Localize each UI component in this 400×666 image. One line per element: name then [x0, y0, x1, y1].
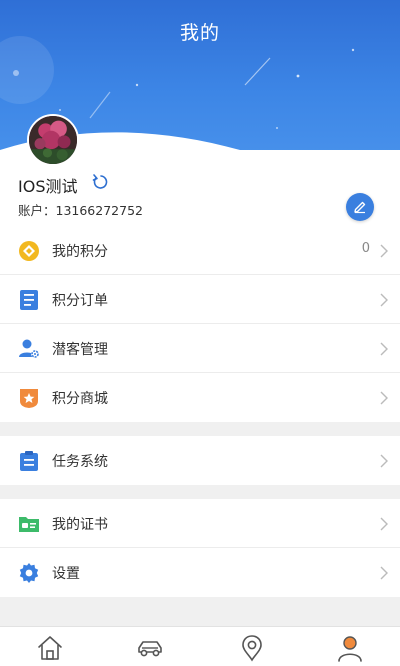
menu-group-tasks: 任务系统: [0, 436, 400, 485]
username: IOS测试: [18, 177, 78, 196]
chevron-right-icon: [380, 342, 388, 356]
order-list-icon: [20, 290, 38, 310]
star-shield-icon: [20, 389, 38, 408]
chevron-right-icon: [380, 566, 388, 580]
menu-item-points-mall[interactable]: 积分商城: [0, 373, 400, 422]
menu-item-label: 积分商城: [52, 391, 108, 407]
menu-item-settings[interactable]: 设置: [0, 548, 400, 597]
avatar[interactable]: [27, 114, 79, 166]
customer-manage-icon: [19, 339, 39, 358]
menu-item-customer-management[interactable]: 潜客管理: [0, 324, 400, 373]
points-diamond-icon: [19, 241, 39, 261]
clipboard-icon: [20, 451, 38, 471]
location-bulb-icon[interactable]: [238, 634, 266, 662]
avatar-image: [29, 116, 77, 164]
home-icon[interactable]: [36, 634, 64, 662]
edit-profile-button[interactable]: [346, 193, 374, 221]
chevron-right-icon: [380, 454, 388, 468]
certificate-icon: [19, 517, 39, 532]
menu-item-label: 我的积分: [52, 244, 108, 260]
chevron-right-icon: [380, 293, 388, 307]
user-icon[interactable]: [336, 634, 364, 662]
menu-item-certificates[interactable]: 我的证书: [0, 499, 400, 548]
menu-item-points-orders[interactable]: 积分订单: [0, 275, 400, 324]
menu-item-label: 潜客管理: [52, 342, 108, 358]
account-number: 账户：13166272752: [18, 203, 143, 218]
menu-item-label: 积分订单: [52, 293, 108, 309]
menu-group-settings: 我的证书 设置: [0, 499, 400, 597]
car-icon[interactable]: [136, 634, 164, 662]
chevron-right-icon: [380, 244, 388, 258]
chevron-right-icon: [380, 517, 388, 531]
pencil-icon: [354, 201, 366, 214]
page-title: 我的: [179, 22, 220, 44]
menu-item-label: 设置: [52, 566, 80, 582]
switch-account-icon[interactable]: [91, 172, 111, 192]
chevron-right-icon: [380, 391, 388, 405]
menu-item-my-points[interactable]: 我的积分 0: [0, 226, 400, 275]
menu-group-points: 我的积分 0 积分订单 潜客管理 积分商城: [0, 226, 400, 422]
menu-item-label: 我的证书: [52, 517, 108, 533]
menu-item-task-system[interactable]: 任务系统: [0, 436, 400, 485]
menu-item-label: 任务系统: [52, 454, 108, 470]
gear-icon: [19, 563, 39, 583]
bottom-navigation: [0, 626, 400, 666]
points-value: 0: [361, 241, 370, 256]
